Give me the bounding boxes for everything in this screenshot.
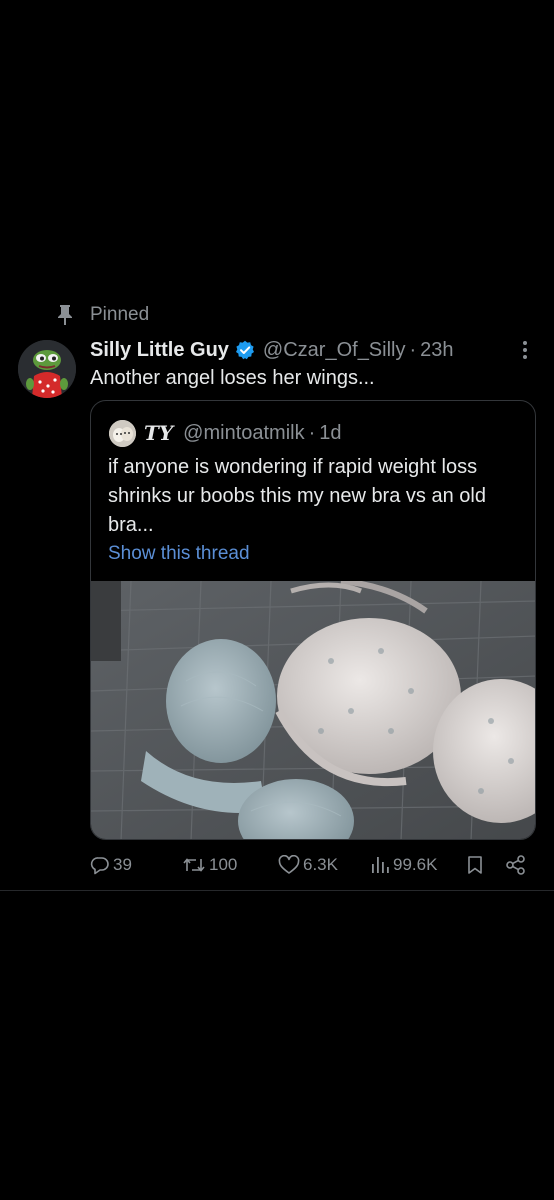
frog-avatar-image [18,340,76,398]
separator-dot: · [409,338,417,361]
quoted-avatar-image [109,419,136,447]
more-options-icon[interactable] [514,338,536,362]
bras-photo [91,578,535,839]
bookmark-button[interactable] [466,850,487,880]
quoted-media-image[interactable] [91,578,535,839]
like-button[interactable]: 6.3K [278,850,338,880]
quoted-handle[interactable]: @mintoatmilk [183,422,304,445]
retweet-icon [183,858,205,872]
quoted-tweet-text: if anyone is wondering if rapid weight l… [108,456,486,536]
avatar[interactable] [18,340,76,398]
share-button[interactable] [505,850,530,880]
tweet-text: Another angel loses her wings... [90,367,375,389]
show-thread-link[interactable]: Show this thread [108,543,250,565]
reply-icon [90,857,109,875]
quoted-tweet-header: TY @mintoatmilk · 1d [109,419,342,447]
pin-icon [58,305,72,325]
retweet-button[interactable]: 100 [182,850,237,880]
retweet-count: 100 [209,855,238,874]
like-count: 6.3K [303,855,338,874]
views-count: 99.6K [393,855,438,874]
handle[interactable]: @Czar_Of_Silly [263,339,406,362]
quoted-tweet[interactable]: TY @mintoatmilk · 1d if anyone is wonder… [90,400,536,840]
reply-count: 39 [113,855,132,874]
tweet-divider [0,890,554,891]
bookmark-icon [468,856,482,874]
action-bar: 39 100 6.3K 99.6K [0,850,554,880]
share-icon [506,855,525,875]
timestamp[interactable]: 23h [420,339,453,362]
pinned-indicator: Pinned [56,303,149,327]
quoted-separator-dot: · [308,421,316,444]
quoted-timestamp[interactable]: 1d [319,422,341,445]
heart-icon [278,855,300,874]
quoted-display-name[interactable]: TY [144,421,173,445]
views-button[interactable]: 99.6K [370,850,437,880]
views-icon [372,857,389,873]
tweet-header: Silly Little Guy @Czar_Of_Silly · 23h [90,337,454,363]
pinned-label: Pinned [90,304,150,325]
quoted-avatar [109,419,136,447]
reply-button[interactable]: 39 [90,850,132,880]
display-name[interactable]: Silly Little Guy [90,339,229,362]
verified-badge-icon [235,340,254,360]
